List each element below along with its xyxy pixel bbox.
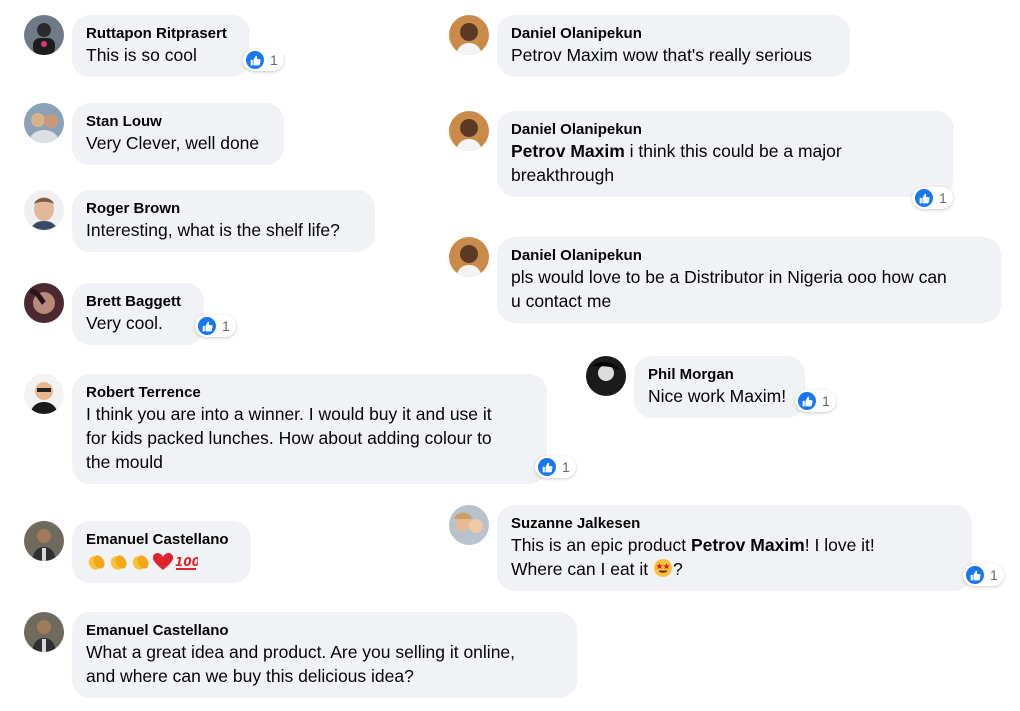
comment-bubble: Ruttapon Ritprasert This is so cool	[72, 15, 250, 77]
author-name[interactable]: Daniel Olanipekun	[511, 246, 987, 265]
clapping-hands-icon	[132, 555, 149, 570]
avatar[interactable]	[24, 103, 64, 143]
red-heart-icon	[153, 553, 173, 570]
like-reaction[interactable]: 1	[912, 187, 953, 209]
comment-text-fragment: This is an epic product	[511, 535, 691, 555]
author-name[interactable]: Daniel Olanipekun	[511, 120, 940, 139]
clapping-hands-icon	[110, 555, 127, 570]
clapping-hands-icon	[88, 555, 105, 570]
author-name[interactable]: Emanuel Castellano	[86, 530, 237, 549]
mention-link[interactable]: Petrov Maxim	[511, 141, 625, 161]
like-reaction[interactable]: 1	[195, 315, 236, 337]
thumbs-up-icon	[915, 189, 933, 207]
comment-bubble: Roger Brown Interesting, what is the she…	[72, 190, 375, 252]
comment-text-line: This is an epic product Petrov Maxim! I …	[511, 533, 958, 557]
comment-bubble: Suzanne Jalkesen This is an epic product…	[497, 505, 972, 591]
star-struck-icon	[654, 559, 673, 577]
like-reaction[interactable]: 1	[795, 390, 836, 412]
comment-text: What a great idea and product. Are you s…	[86, 640, 563, 688]
comment-text: This is an epic product Petrov Maxim! I …	[511, 533, 958, 581]
comment-text-line: Petrov Maxim i think this could be a maj…	[511, 139, 940, 163]
author-name[interactable]: Emanuel Castellano	[86, 621, 563, 640]
comment-text-line: breakthrough	[511, 165, 615, 185]
comment-text-line: for kids packed lunches. How about addin…	[86, 428, 492, 448]
thumbs-up-icon	[198, 317, 216, 335]
hundred-points-icon: 100	[175, 555, 198, 570]
author-name[interactable]: Roger Brown	[86, 199, 361, 218]
avatar[interactable]	[449, 505, 489, 545]
like-reaction[interactable]: 1	[243, 49, 284, 71]
avatar[interactable]	[24, 283, 64, 323]
author-name[interactable]: Suzanne Jalkesen	[511, 514, 958, 533]
avatar[interactable]	[449, 111, 489, 151]
comment-bubble: Daniel Olanipekun Petrov Maxim wow that'…	[497, 15, 850, 77]
comment-text-fragment: i think this could be a major	[624, 141, 842, 161]
comment-bubble: Phil Morgan Nice work Maxim!	[634, 356, 805, 418]
comment-text: pls would love to be a Distributor in Ni…	[511, 265, 987, 313]
comment-text-line: Where can I eat it ?	[511, 557, 958, 581]
comment-text: Petrov Maxim i think this could be a maj…	[511, 139, 940, 187]
comment-bubble: Stan Louw Very Clever, well done	[72, 103, 284, 165]
comment-text-line: u contact me	[511, 291, 612, 311]
comment-text-fragment: ?	[673, 559, 683, 579]
avatar[interactable]	[24, 190, 64, 230]
avatar[interactable]	[24, 521, 64, 561]
author-name[interactable]: Brett Baggett	[86, 292, 190, 311]
like-count: 1	[822, 393, 830, 409]
comment-text-fragment: Where can I eat it	[511, 559, 654, 579]
author-name[interactable]: Daniel Olanipekun	[511, 24, 836, 43]
comment-text: Very cool.	[86, 313, 163, 333]
comment-text: Nice work Maxim!	[648, 386, 787, 406]
like-count: 1	[939, 190, 947, 206]
comment-text: Petrov Maxim wow that's really serious	[511, 45, 812, 65]
comment-text-line: the mould	[86, 452, 163, 472]
comment-emoji-row: 100	[86, 549, 237, 575]
avatar[interactable]	[24, 612, 64, 652]
comment-text-line: pls would love to be a Distributor in Ni…	[511, 267, 947, 287]
comment-text-fragment: ! I love it!	[804, 535, 875, 555]
comment-text-line: What a great idea and product. Are you s…	[86, 642, 516, 662]
author-name[interactable]: Robert Terrence	[86, 383, 533, 402]
author-name[interactable]: Ruttapon Ritprasert	[86, 24, 236, 43]
comment-text-line: and where can we buy this delicious idea…	[86, 666, 414, 686]
like-reaction[interactable]: 1	[535, 456, 576, 478]
like-count: 1	[270, 52, 278, 68]
avatar[interactable]	[586, 356, 626, 396]
like-count: 1	[990, 567, 998, 583]
comment-text: Very Clever, well done	[86, 133, 260, 153]
comment-bubble: Daniel Olanipekun pls would love to be a…	[497, 237, 1001, 323]
thumbs-up-icon	[966, 566, 984, 584]
author-name[interactable]: Stan Louw	[86, 112, 270, 131]
avatar[interactable]	[24, 15, 64, 55]
comment-text: I think you are into a winner. I would b…	[86, 402, 533, 474]
comment-bubble: Brett Baggett Very cool.	[72, 283, 204, 345]
avatar[interactable]	[449, 15, 489, 55]
comment-text-line: I think you are into a winner. I would b…	[86, 404, 492, 424]
comment-text: This is so cool	[86, 45, 197, 65]
like-reaction[interactable]: 1	[963, 564, 1004, 586]
avatar[interactable]	[449, 237, 489, 277]
comment-bubble: Emanuel Castellano 100	[72, 521, 251, 583]
comment-bubble: Emanuel Castellano What a great idea and…	[72, 612, 577, 698]
comment-bubble: Robert Terrence I think you are into a w…	[72, 374, 547, 484]
thumbs-up-icon	[798, 392, 816, 410]
svg-text:100: 100	[175, 555, 198, 569]
avatar[interactable]	[24, 374, 64, 414]
like-count: 1	[562, 459, 570, 475]
comment-text: Interesting, what is the shelf life?	[86, 220, 340, 240]
thumbs-up-icon	[538, 458, 556, 476]
mention-link[interactable]: Petrov Maxim	[691, 535, 805, 555]
thumbs-up-icon	[246, 51, 264, 69]
like-count: 1	[222, 318, 230, 334]
comment-bubble: Daniel Olanipekun Petrov Maxim i think t…	[497, 111, 954, 197]
author-name[interactable]: Phil Morgan	[648, 365, 791, 384]
